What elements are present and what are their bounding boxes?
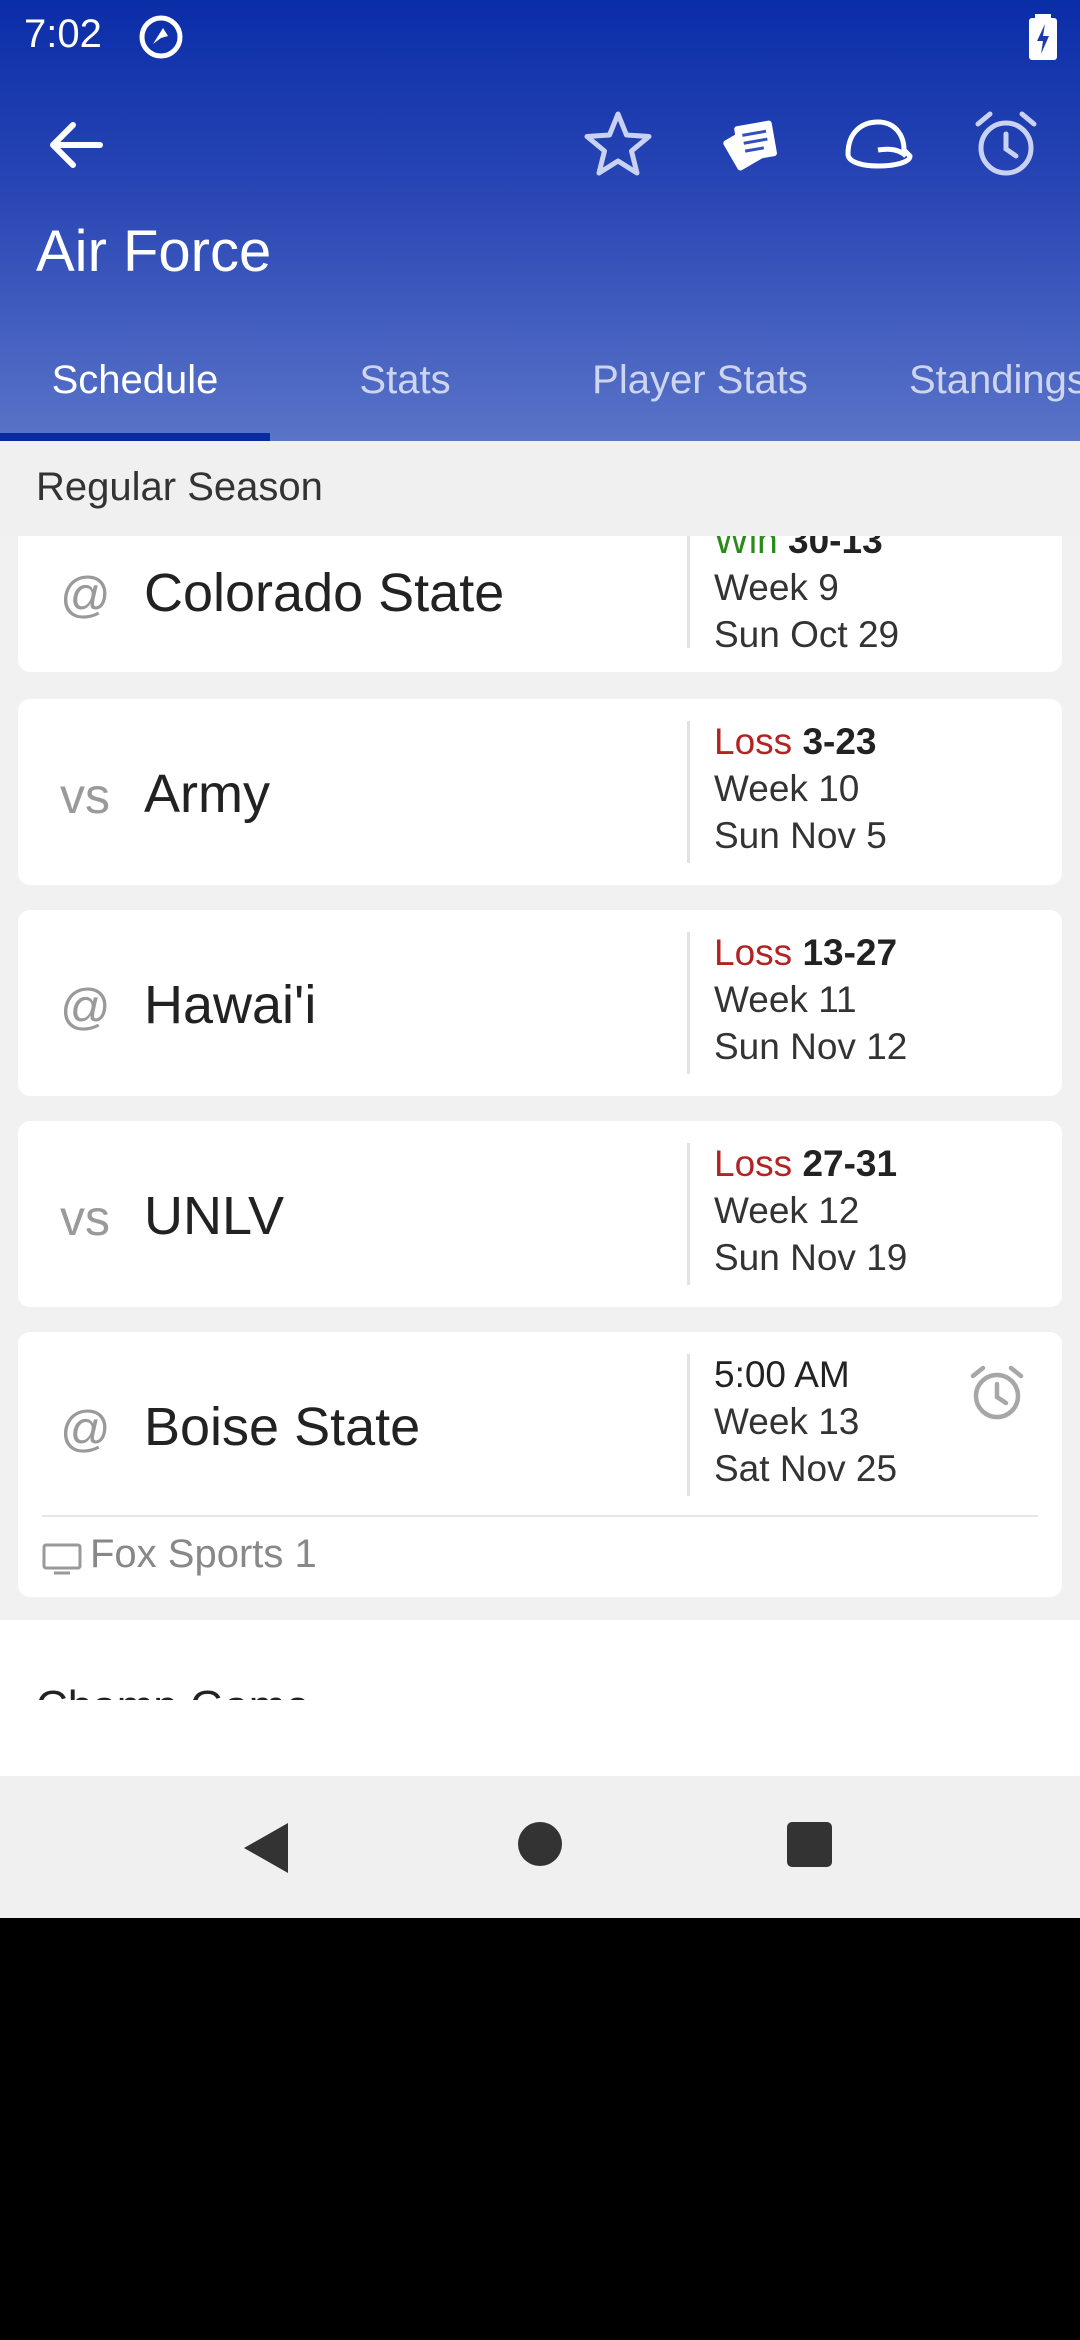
section-header: Regular Season — [0, 441, 1080, 536]
divider — [687, 932, 690, 1074]
tab-bar: Schedule Stats Player Stats Standings — [0, 340, 1080, 441]
alarm-icon[interactable] — [968, 106, 1044, 182]
game-date: Sun Nov 5 — [714, 815, 887, 856]
tab-player-stats[interactable]: Player Stats — [540, 340, 860, 441]
nav-home-icon[interactable] — [518, 1822, 562, 1866]
game-date: Sun Oct 29 — [714, 614, 900, 655]
result-score: 13-27 — [802, 932, 898, 973]
nav-back-icon[interactable] — [242, 1821, 290, 1875]
opponent-name: UNLV — [144, 1186, 285, 1246]
venue-prefix: @ — [60, 567, 111, 623]
result-score: 27-31 — [802, 1143, 898, 1184]
game-result: Win 30-13 — [714, 536, 883, 562]
schedule-list[interactable]: @ Colorado State Win 30-13 Week 9 Sun Oc… — [0, 536, 1080, 1776]
tab-schedule[interactable]: Schedule — [0, 340, 270, 441]
tv-network: Fox Sports 1 — [90, 1532, 317, 1576]
game-card-colorado-state[interactable]: @ Colorado State Win 30-13 Week 9 Sun Oc… — [18, 536, 1062, 672]
section-title: Regular Season — [36, 465, 323, 509]
app-header: 7:02 Air Force Schedule Stats Player Sta… — [0, 0, 1080, 441]
nav-recents-icon[interactable] — [787, 1822, 832, 1867]
game-result: Loss 3-23 — [714, 721, 877, 763]
back-arrow-icon[interactable] — [40, 110, 110, 180]
tab-standings[interactable]: Standings — [880, 340, 1080, 441]
venue-prefix: @ — [60, 979, 111, 1035]
alarm-icon[interactable] — [966, 1362, 1028, 1424]
opponent-name: Colorado State — [144, 563, 505, 623]
page-title: Air Force — [36, 219, 272, 284]
game-time: 5:00 AM — [714, 1354, 850, 1395]
result-label: Loss — [714, 932, 793, 973]
star-icon[interactable] — [580, 106, 656, 182]
game-week: Week 13 — [714, 1401, 860, 1442]
venue-prefix: @ — [60, 1401, 111, 1457]
tab-stats[interactable]: Stats — [270, 340, 540, 441]
game-result: Loss 27-31 — [714, 1143, 897, 1185]
tv-icon — [42, 1543, 82, 1575]
venue-prefix: vs — [60, 768, 110, 824]
game-week: Week 10 — [714, 768, 860, 809]
next-section-header: Champ Game — [0, 1620, 1080, 1776]
divider — [687, 1354, 690, 1496]
result-label: Loss — [714, 1143, 793, 1184]
game-date: Sun Nov 19 — [714, 1237, 908, 1278]
tickets-icon[interactable] — [713, 106, 789, 182]
game-card-boise-state[interactable]: @ Boise State 5:00 AM Week 13 Sat Nov 25… — [18, 1332, 1062, 1597]
screen: 7:02 Air Force Schedule Stats Player Sta… — [0, 0, 1080, 1918]
venue-prefix: vs — [60, 1190, 110, 1246]
result-score: 30-13 — [788, 536, 883, 561]
opponent-name: Army — [144, 764, 270, 824]
divider — [687, 536, 690, 648]
game-card-unlv[interactable]: vs UNLV Loss 27-31 Week 12 Sun Nov 19 — [18, 1121, 1062, 1307]
opponent-name: Boise State — [144, 1397, 421, 1457]
divider — [687, 721, 690, 863]
game-card-hawaii[interactable]: @ Hawai'i Loss 13-27 Week 11 Sun Nov 12 — [18, 910, 1062, 1096]
opponent-name: Hawai'i — [144, 975, 317, 1035]
result-score: 3-23 — [802, 721, 877, 762]
game-date: Sun Nov 12 — [714, 1026, 908, 1067]
game-result: Loss 13-27 — [714, 932, 897, 974]
result-label: Win — [714, 536, 778, 561]
divider — [42, 1515, 1038, 1517]
status-bar: 7:02 — [0, 0, 1080, 72]
game-week: Week 12 — [714, 1190, 860, 1231]
battery-icon — [1029, 14, 1057, 60]
system-nav-bar — [0, 1776, 1080, 1918]
game-week: Week 11 — [714, 979, 857, 1020]
status-time: 7:02 — [24, 12, 102, 56]
result-label: Loss — [714, 721, 793, 762]
game-date: Sat Nov 25 — [714, 1448, 898, 1489]
tab-indicator — [0, 433, 270, 441]
cap-icon[interactable] — [840, 106, 916, 182]
divider — [687, 1143, 690, 1285]
section-title: Champ Game — [36, 1682, 310, 1700]
game-card-army[interactable]: vs Army Loss 3-23 Week 10 Sun Nov 5 — [18, 699, 1062, 885]
app-notification-icon — [139, 15, 183, 59]
game-week: Week 9 — [714, 567, 839, 608]
